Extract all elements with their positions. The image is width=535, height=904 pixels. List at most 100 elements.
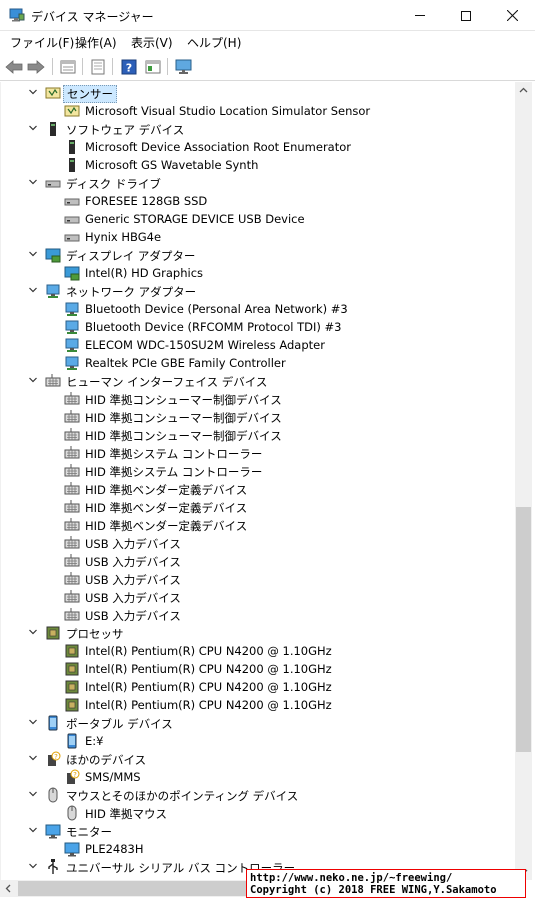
keyboard-icon	[64, 482, 80, 495]
device-label: USB 入力デバイス	[85, 573, 181, 587]
device-item[interactable]: Intel(R) HD Graphics	[1, 264, 515, 282]
device-item[interactable]: Microsoft GS Wavetable Synth	[1, 156, 515, 174]
device-item[interactable]: HID 準拠コンシューマー制御デバイス	[1, 426, 515, 444]
category-network[interactable]: ネットワーク アダプター	[1, 282, 515, 300]
scan-hardware-button[interactable]	[174, 57, 194, 76]
device-manager-icon	[9, 8, 25, 22]
device-item[interactable]: HID 準拠システム コントローラー	[1, 462, 515, 480]
device-item[interactable]: Intel(R) Pentium(R) CPU N4200 @ 1.10GHz	[1, 678, 515, 696]
device-item[interactable]: Microsoft Visual Studio Location Simulat…	[1, 102, 515, 120]
device-item[interactable]: FORESEE 128GB SSD	[1, 192, 515, 210]
category-display[interactable]: ディスプレイ アダプター	[1, 246, 515, 264]
device-label: USB 入力デバイス	[85, 555, 181, 569]
category-processor[interactable]: プロセッサ	[1, 624, 515, 642]
menu-view[interactable]: 表示(V)	[131, 34, 173, 51]
device-label: USB 入力デバイス	[85, 609, 181, 623]
processor-icon	[46, 626, 60, 640]
device-item[interactable]: Realtek PCIe GBE Family Controller	[1, 354, 515, 372]
device-item[interactable]: HID 準拠システム コントローラー	[1, 444, 515, 462]
device-item[interactable]: USB 入力デバイス	[1, 606, 515, 624]
chevron-down-icon[interactable]	[28, 285, 38, 295]
category-sensors[interactable]: センサー	[1, 84, 515, 103]
device-label: HID 準拠マウス	[85, 807, 168, 821]
device-item[interactable]: Intel(R) Pentium(R) CPU N4200 @ 1.10GHz	[1, 642, 515, 660]
chevron-down-icon[interactable]	[28, 177, 38, 187]
software-device-icon	[69, 158, 75, 172]
forward-button[interactable]	[26, 57, 46, 76]
keyboard-icon	[64, 518, 80, 531]
device-item[interactable]: USB 入力デバイス	[1, 570, 515, 588]
chevron-down-icon[interactable]	[28, 825, 38, 835]
keyboard-icon	[45, 374, 61, 387]
device-item[interactable]: Intel(R) Pentium(R) CPU N4200 @ 1.10GHz	[1, 696, 515, 714]
category-label: ポータブル デバイス	[66, 717, 173, 731]
device-item[interactable]: HID 準拠ベンダー定義デバイス	[1, 516, 515, 534]
properties-icon	[60, 60, 76, 73]
device-item[interactable]: HID 準拠コンシューマー制御デバイス	[1, 408, 515, 426]
device-tree[interactable]: センサー Microsoft Visual Studio Location Sim…	[0, 82, 515, 880]
device-item[interactable]: USB 入力デバイス	[1, 552, 515, 570]
device-item[interactable]: HID 準拠コンシューマー制御デバイス	[1, 390, 515, 408]
device-item[interactable]: E:¥	[1, 732, 515, 750]
toolbar-separator	[82, 58, 83, 75]
vertical-scroll-thumb[interactable]	[516, 507, 531, 752]
device-item[interactable]: ELECOM WDC-150SU2M Wireless Adapter	[1, 336, 515, 354]
chevron-down-icon[interactable]	[28, 249, 38, 259]
chevron-down-icon[interactable]	[28, 753, 38, 763]
refresh-button[interactable]	[88, 57, 108, 76]
keyboard-icon	[64, 590, 80, 603]
device-item[interactable]: USB 入力デバイス	[1, 588, 515, 606]
properties-button[interactable]	[58, 57, 78, 76]
svg-text:?: ?	[126, 61, 132, 74]
maximize-button[interactable]	[443, 0, 489, 31]
device-label: HID 準拠ベンダー定義デバイス	[85, 483, 248, 497]
device-item[interactable]: Bluetooth Device (Personal Area Network)…	[1, 300, 515, 318]
vertical-scrollbar[interactable]	[515, 82, 532, 880]
category-software[interactable]: ソフトウェア デバイス	[1, 120, 515, 138]
back-button[interactable]	[4, 57, 24, 76]
network-adapter-icon	[46, 284, 60, 298]
device-item[interactable]: HID 準拠ベンダー定義デバイス	[1, 498, 515, 516]
menu-action[interactable]: 操作(A)	[75, 34, 117, 51]
forward-icon	[27, 59, 45, 74]
keyboard-icon	[64, 446, 80, 459]
device-item[interactable]: ? SMS/MMS	[1, 768, 515, 786]
device-item[interactable]: Hynix HBG4e	[1, 228, 515, 246]
help-button[interactable]: ?	[119, 57, 139, 76]
category-label: ソフトウェア デバイス	[66, 123, 185, 137]
processor-icon	[65, 644, 79, 658]
disk-drive-icon	[64, 234, 80, 242]
category-hid[interactable]: ヒューマン インターフェイス デバイス	[1, 372, 515, 390]
device-item[interactable]: Generic STORAGE DEVICE USB Device	[1, 210, 515, 228]
chevron-down-icon[interactable]	[28, 717, 38, 727]
close-button[interactable]	[489, 0, 535, 31]
menu-help[interactable]: ヘルプ(H)	[187, 34, 241, 51]
category-mouse[interactable]: マウスとそのほかのポインティング デバイス	[1, 786, 515, 804]
view-button[interactable]	[143, 57, 163, 76]
device-item[interactable]: Bluetooth Device (RFCOMM Protocol TDI) #…	[1, 318, 515, 336]
device-item[interactable]: PLE2483H	[1, 840, 515, 858]
scroll-up-icon[interactable]	[519, 86, 528, 95]
device-item[interactable]: Intel(R) Pentium(R) CPU N4200 @ 1.10GHz	[1, 660, 515, 678]
chevron-down-icon[interactable]	[28, 789, 38, 799]
category-other[interactable]: ? ほかのデバイス	[1, 750, 515, 768]
category-monitor[interactable]: モニター	[1, 822, 515, 840]
device-item[interactable]: HID 準拠マウス	[1, 804, 515, 822]
category-disk[interactable]: ディスク ドライブ	[1, 174, 515, 192]
chevron-down-icon[interactable]	[28, 87, 38, 97]
device-item[interactable]: USB 入力デバイス	[1, 534, 515, 552]
category-label: プロセッサ	[66, 627, 124, 641]
device-label: Bluetooth Device (RFCOMM Protocol TDI) #…	[85, 320, 342, 334]
chevron-down-icon[interactable]	[28, 375, 38, 385]
chevron-down-icon[interactable]	[28, 627, 38, 637]
network-adapter-icon	[65, 356, 79, 370]
minimize-button[interactable]	[397, 0, 443, 31]
device-item[interactable]: Microsoft Device Association Root Enumer…	[1, 138, 515, 156]
keyboard-icon	[64, 392, 80, 405]
chevron-down-icon[interactable]	[28, 123, 38, 133]
scroll-left-icon[interactable]	[4, 884, 13, 893]
menu-file[interactable]: ファイル(F)	[10, 34, 74, 51]
chevron-down-icon[interactable]	[28, 861, 38, 871]
device-item[interactable]: HID 準拠ベンダー定義デバイス	[1, 480, 515, 498]
category-portable[interactable]: ポータブル デバイス	[1, 714, 515, 732]
